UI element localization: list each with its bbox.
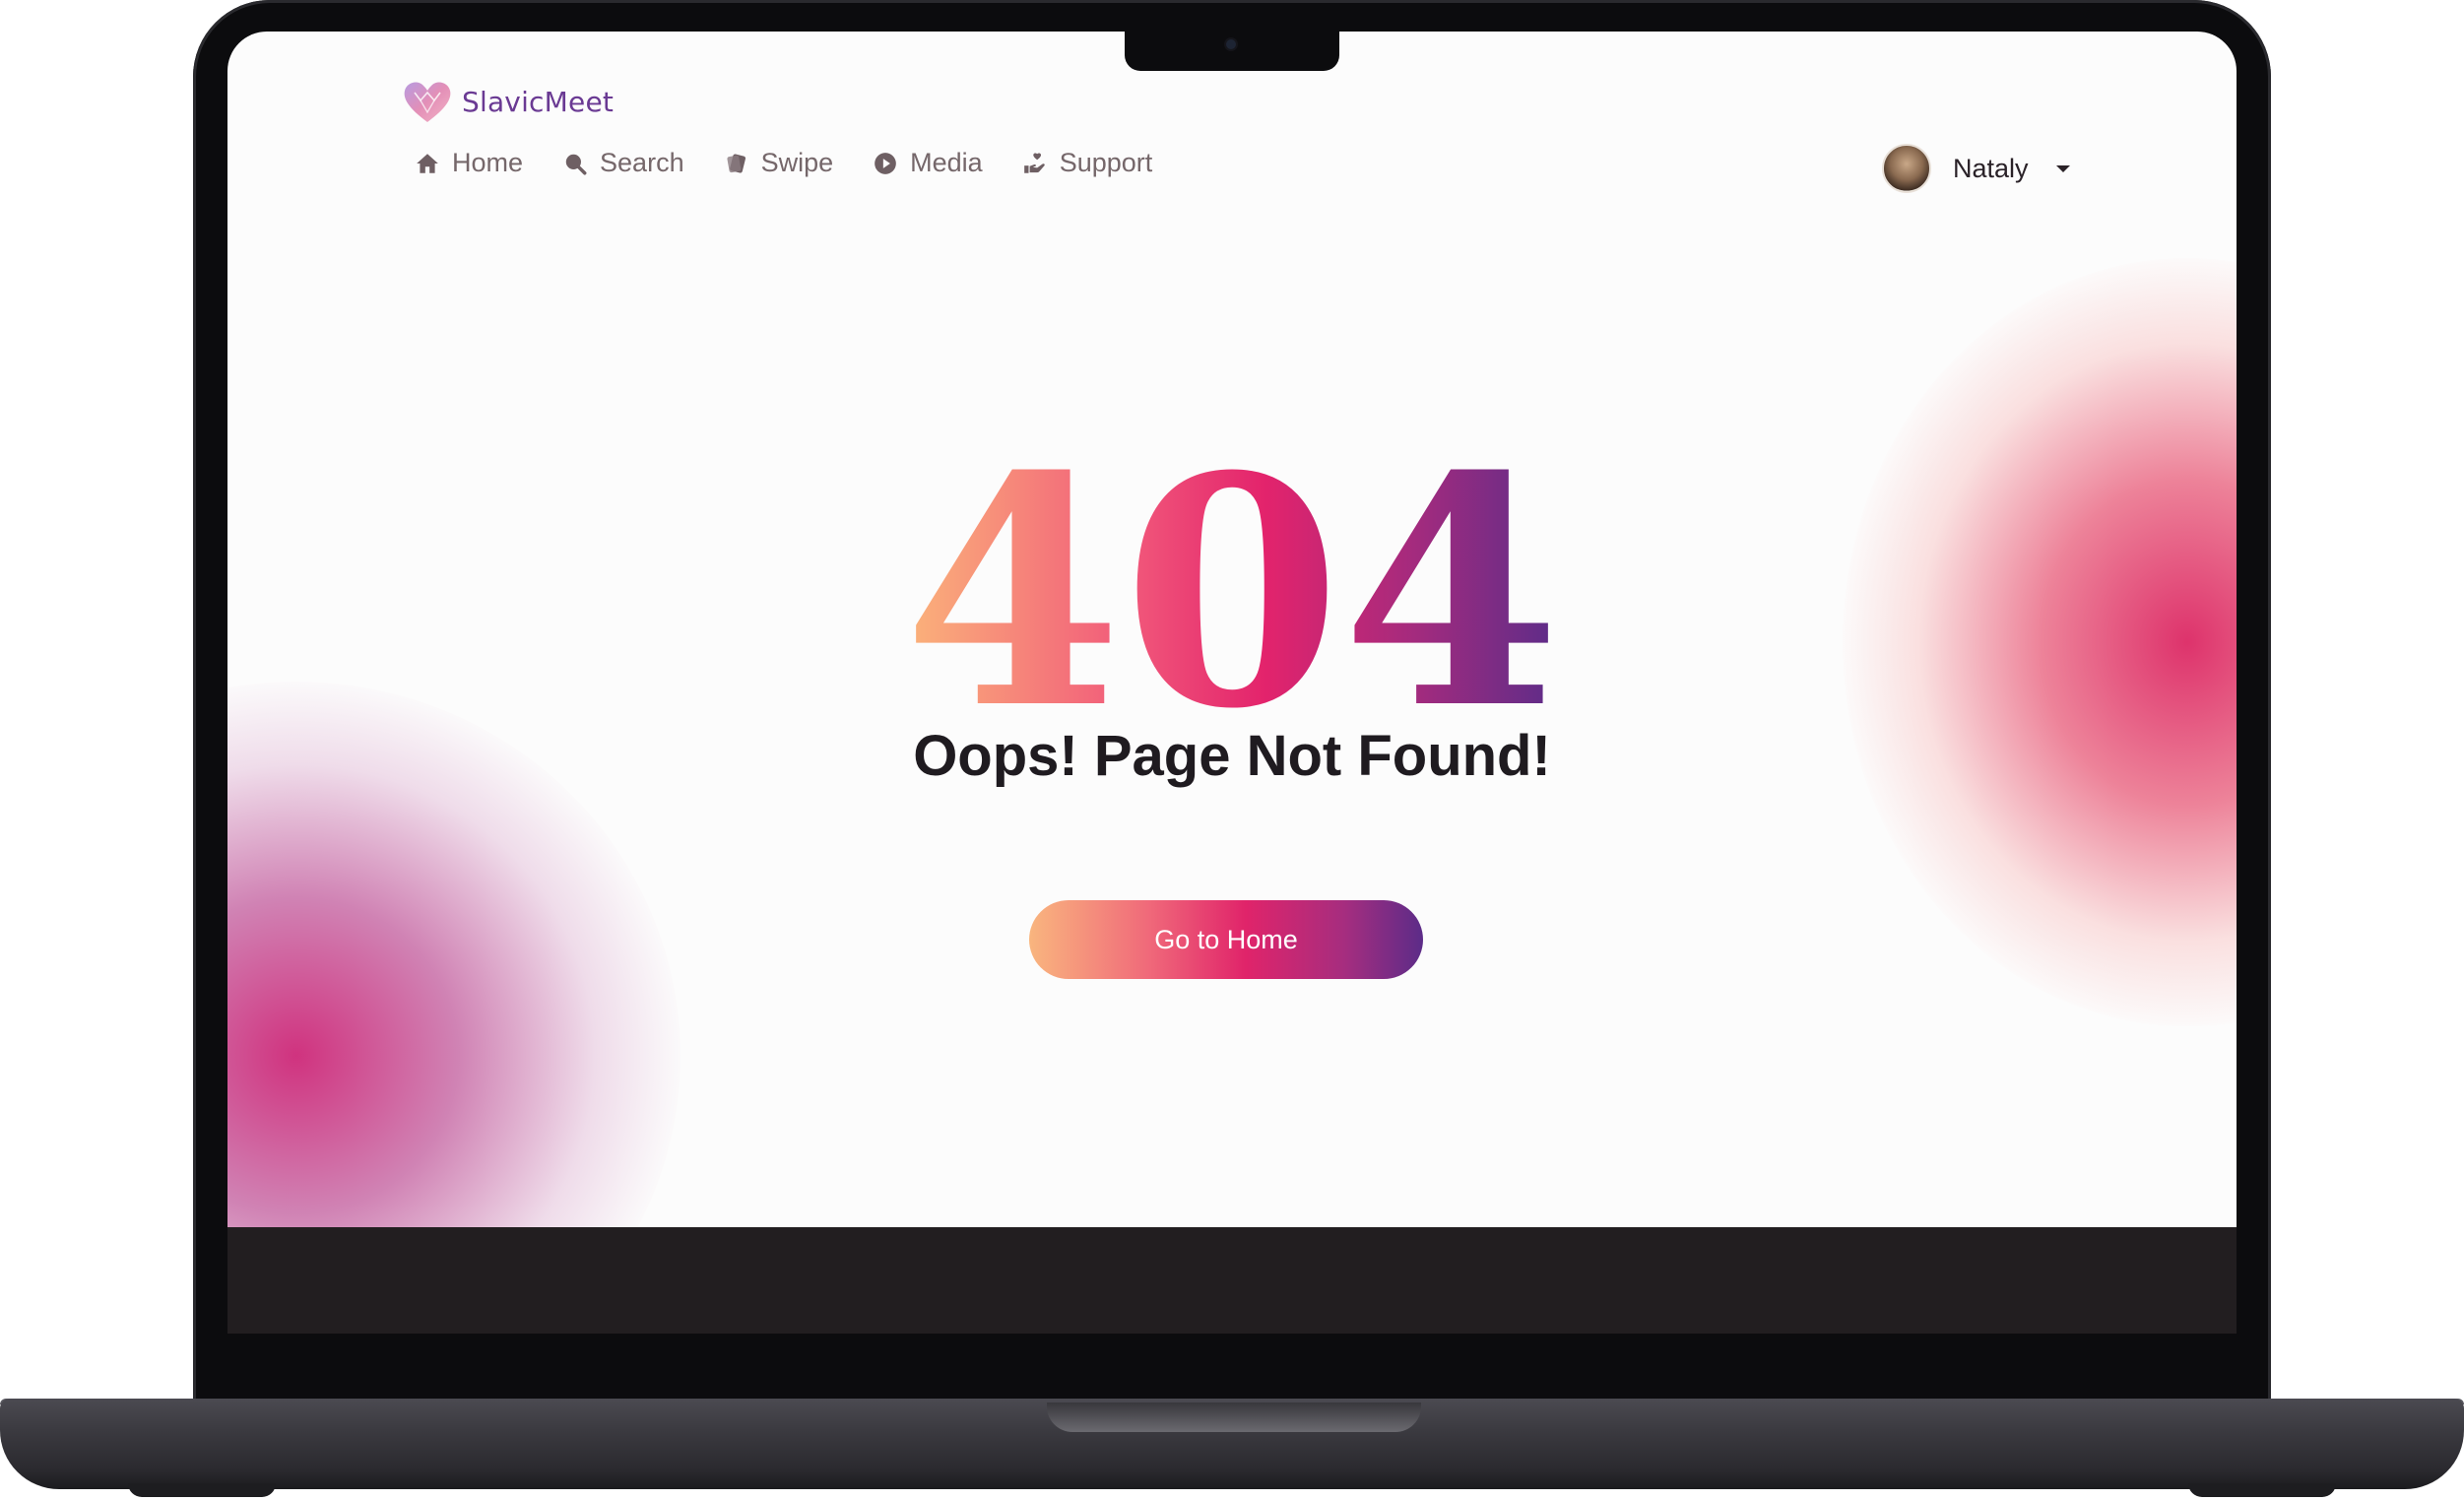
screen: SlavicMeet Home Search Swipe Media Suppo… [227, 32, 2237, 1334]
user-menu[interactable]: Nataly [1882, 144, 2072, 193]
nav-item-label: Support [1059, 148, 1153, 177]
nav-item-label: Media [910, 148, 983, 177]
nav-item-media[interactable]: Media [873, 148, 983, 178]
user-name: Nataly [1953, 153, 2029, 183]
error-message: Oops! Page Not Found! [913, 724, 1551, 788]
nav-item-swipe[interactable]: Swipe [724, 148, 834, 178]
hand-heart-icon [1023, 152, 1045, 173]
play-circle-icon [875, 152, 896, 174]
nav-item-home[interactable]: Home [415, 148, 523, 178]
screen-bottom-bar [227, 1227, 2237, 1334]
logo[interactable]: SlavicMeet [401, 79, 614, 124]
camera-icon [1226, 39, 1236, 49]
nav-item-search[interactable]: Search [562, 148, 684, 178]
search-icon [565, 154, 587, 174]
nav-item-label: Search [600, 148, 684, 177]
error-code: 404 [227, 445, 2237, 725]
laptop-foot-left [128, 1483, 276, 1497]
nav-item-support[interactable]: Support [1022, 148, 1153, 178]
laptop-hinge-notch [1047, 1403, 1421, 1432]
caret-down-icon [2055, 165, 2070, 172]
cards-icon [727, 153, 746, 173]
screen-notch [1125, 30, 1339, 71]
nav-item-label: Swipe [760, 148, 834, 177]
logo-text: SlavicMeet [462, 85, 615, 118]
home-icon [417, 153, 438, 173]
avatar [1882, 144, 1931, 193]
laptop-foot-right [2188, 1483, 2336, 1497]
go-to-home-button[interactable]: Go to Home [1029, 900, 1423, 979]
nav-item-label: Home [452, 148, 524, 177]
error-code-text: 404 [907, 445, 1557, 721]
heart-logo-icon [404, 82, 451, 122]
main-nav: Home Search Swipe Media Support [415, 148, 1152, 178]
error-code-graphic: 404 [907, 445, 1557, 721]
